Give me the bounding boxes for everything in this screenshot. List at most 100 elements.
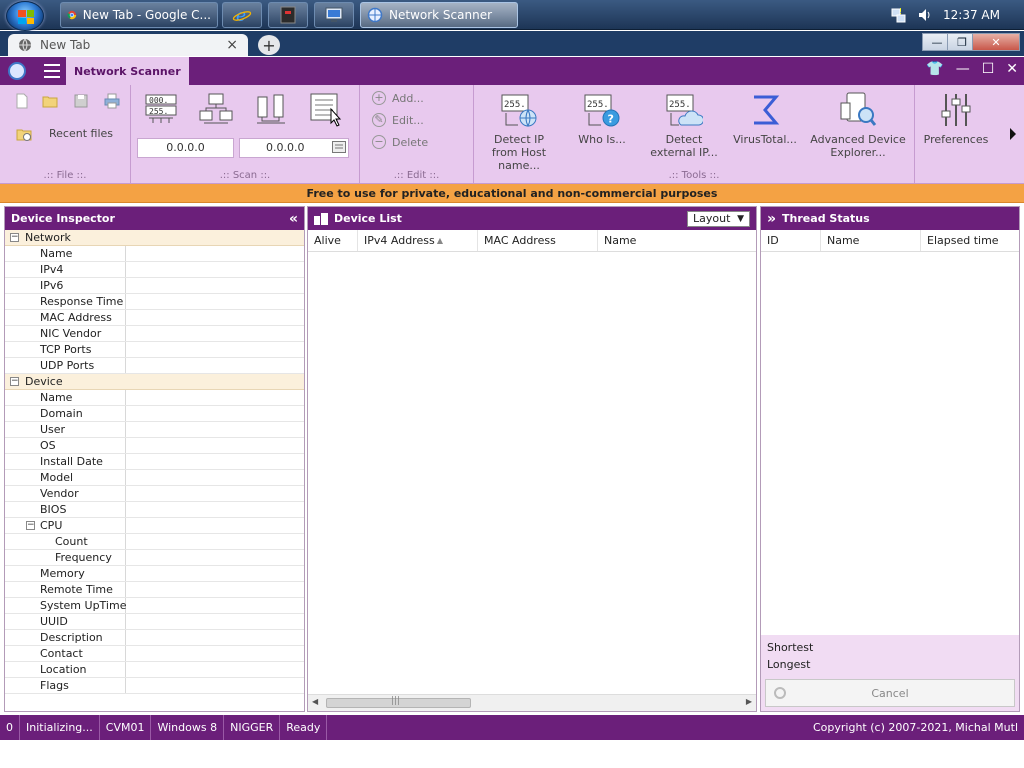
- taskbar-ie-button[interactable]: e: [222, 2, 262, 28]
- property-row[interactable]: OS: [5, 438, 304, 454]
- property-row[interactable]: IPv6: [5, 278, 304, 294]
- column-name[interactable]: Name: [598, 230, 756, 251]
- tree-node-cpu[interactable]: − CPU: [5, 518, 304, 534]
- collapse-icon[interactable]: «: [289, 211, 298, 227]
- property-row[interactable]: Description: [5, 630, 304, 646]
- scroll-left-icon[interactable]: ◀: [312, 697, 318, 706]
- collapse-node-icon[interactable]: −: [10, 377, 19, 386]
- tab-close-icon[interactable]: ×: [226, 37, 238, 53]
- close-button[interactable]: ✕: [972, 33, 1020, 51]
- tree-category-network-label: − Network: [5, 230, 304, 245]
- expand-icon[interactable]: »: [767, 211, 776, 227]
- property-name: Response Time: [5, 294, 126, 309]
- column-mac-address[interactable]: MAC Address: [478, 230, 598, 251]
- property-row[interactable]: Location: [5, 662, 304, 678]
- scroll-right-icon[interactable]: ▶: [746, 697, 752, 706]
- property-row[interactable]: Flags: [5, 678, 304, 694]
- preferences-button[interactable]: Preferences: [922, 91, 990, 146]
- category-label: Network: [25, 231, 71, 244]
- recent-files-button[interactable]: Recent files: [49, 127, 113, 140]
- scan-list-icon[interactable]: [309, 91, 345, 127]
- property-row[interactable]: IPv4: [5, 262, 304, 278]
- menu-icon[interactable]: [44, 64, 60, 78]
- property-row[interactable]: BIOS: [5, 502, 304, 518]
- scan-network-icon[interactable]: [199, 93, 233, 125]
- network-tray-icon[interactable]: !: [891, 7, 907, 23]
- new-file-icon[interactable]: [14, 93, 30, 109]
- column-elapsed-time[interactable]: Elapsed time: [921, 230, 1019, 251]
- cancel-button[interactable]: Cancel: [765, 679, 1015, 707]
- app-title-tab[interactable]: Network Scanner: [66, 57, 189, 85]
- property-row[interactable]: Memory: [5, 566, 304, 582]
- property-row[interactable]: NIC Vendor: [5, 326, 304, 342]
- property-name: Domain: [5, 406, 126, 421]
- ip-picker-icon[interactable]: [332, 141, 346, 153]
- layout-dropdown[interactable]: Layout ▼: [687, 210, 750, 227]
- advanced-device-explorer-button[interactable]: Advanced Device Explorer...: [810, 91, 906, 159]
- inspector-tree[interactable]: − Network Name IPv4 IPv6 Response Time MAC Add…: [5, 230, 304, 710]
- virustotal-icon: [754, 95, 780, 125]
- taskbar-app-button[interactable]: [268, 2, 308, 28]
- app-close-icon[interactable]: ✕: [1006, 61, 1018, 77]
- edit-button[interactable]: ✎ Edit...: [372, 113, 424, 127]
- property-row[interactable]: MAC Address: [5, 310, 304, 326]
- who-is-label: Who Is...: [578, 133, 626, 146]
- taskbar-chrome-button[interactable]: New Tab - Google C...: [60, 2, 218, 28]
- column-id[interactable]: ID: [761, 230, 821, 251]
- scan-group: 000. 255. 0.0.0.0 0.0.0.0 .:: Scan ::.: [131, 85, 360, 184]
- taskbar-computer-button[interactable]: [314, 2, 354, 28]
- property-value: [126, 646, 304, 661]
- browser-tab[interactable]: New Tab ×: [8, 34, 248, 56]
- scan-devices-icon[interactable]: [255, 93, 287, 125]
- property-row[interactable]: Model: [5, 470, 304, 486]
- print-icon[interactable]: [104, 93, 120, 109]
- collapse-node-icon[interactable]: −: [10, 233, 19, 242]
- tree-category-network[interactable]: − Network: [5, 230, 304, 246]
- delete-button[interactable]: − Delete: [372, 135, 428, 149]
- property-row[interactable]: Name: [5, 246, 304, 262]
- property-row[interactable]: UDP Ports: [5, 358, 304, 374]
- property-row[interactable]: Domain: [5, 406, 304, 422]
- status-segment: Ready: [280, 715, 328, 740]
- property-row[interactable]: System UpTime: [5, 598, 304, 614]
- detect-ip-button[interactable]: 255. Detect IP from Host name...: [482, 91, 556, 172]
- column-alive[interactable]: Alive: [308, 230, 358, 251]
- start-button[interactable]: [6, 1, 44, 31]
- property-row[interactable]: Count: [5, 534, 304, 550]
- ip-from-field[interactable]: 0.0.0.0: [137, 138, 234, 158]
- scan-range-icon[interactable]: 000. 255.: [145, 93, 177, 125]
- property-row[interactable]: User: [5, 422, 304, 438]
- taskbar-network-scanner-button[interactable]: Network Scanner: [360, 2, 518, 28]
- property-row[interactable]: Response Time: [5, 294, 304, 310]
- volume-icon[interactable]: [917, 7, 933, 23]
- clock[interactable]: 12:37 AM: [943, 8, 1000, 22]
- property-row[interactable]: Remote Time: [5, 582, 304, 598]
- globe-icon: [19, 38, 31, 52]
- app-maximize-icon[interactable]: ☐: [982, 61, 995, 77]
- theme-shirt-icon[interactable]: 👕: [926, 61, 943, 77]
- property-row[interactable]: Name: [5, 390, 304, 406]
- virustotal-button[interactable]: VirusTotal...: [732, 91, 798, 146]
- horizontal-scrollbar[interactable]: ◀ ||| ▶: [308, 694, 756, 711]
- property-row[interactable]: Install Date: [5, 454, 304, 470]
- column-ipv4-address[interactable]: IPv4 Address ▲: [358, 230, 478, 251]
- new-tab-button[interactable]: +: [258, 35, 280, 55]
- device-list-icon: [314, 212, 328, 225]
- property-row[interactable]: Frequency: [5, 550, 304, 566]
- add-button[interactable]: + Add...: [372, 91, 424, 105]
- open-folder-icon[interactable]: [42, 93, 58, 109]
- property-row[interactable]: Vendor: [5, 486, 304, 502]
- scrollbar-thumb[interactable]: |||: [326, 696, 471, 708]
- ribbon-scroll-right-icon[interactable]: [1008, 127, 1018, 141]
- column-thread-name[interactable]: Name: [821, 230, 921, 251]
- property-name: Model: [5, 470, 126, 485]
- app-minimize-icon[interactable]: —: [956, 61, 970, 77]
- who-is-button[interactable]: 255. ? Who Is...: [574, 91, 630, 146]
- property-row[interactable]: Contact: [5, 646, 304, 662]
- property-row[interactable]: UUID: [5, 614, 304, 630]
- detect-external-ip-button[interactable]: 255. Detect external IP...: [646, 91, 722, 159]
- property-row[interactable]: TCP Ports: [5, 342, 304, 358]
- tree-category-device[interactable]: − Device: [5, 374, 304, 390]
- save-icon[interactable]: [73, 93, 89, 109]
- license-banner: Free to use for private, educational and…: [0, 184, 1024, 203]
